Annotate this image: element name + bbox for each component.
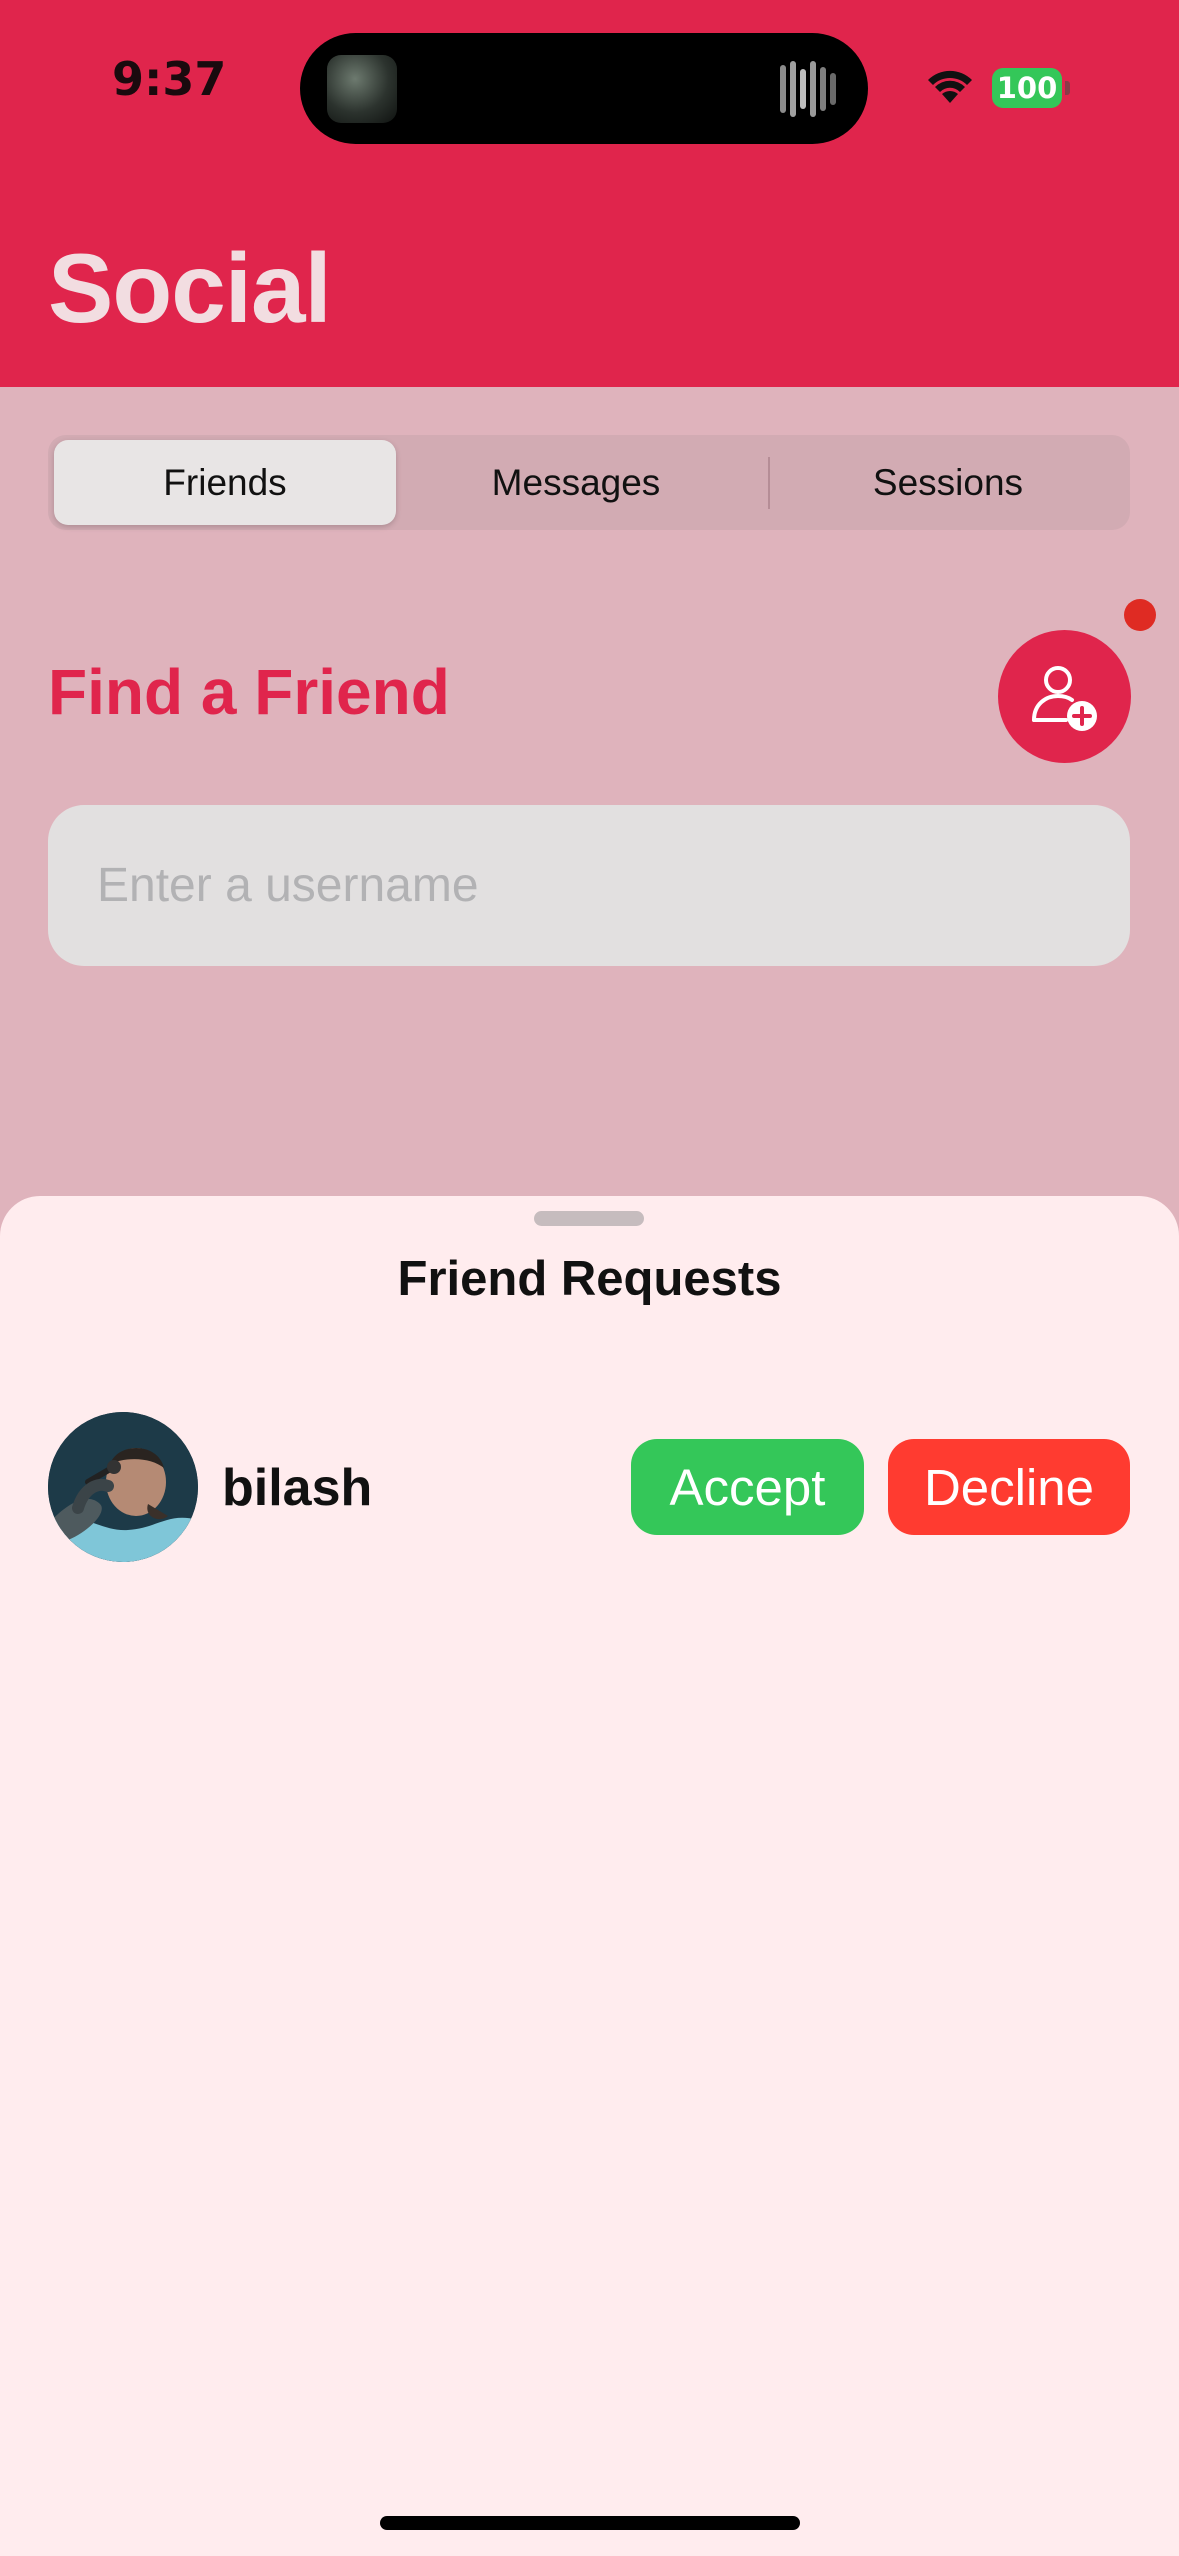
status-time: 9:37 (112, 52, 227, 106)
decline-button[interactable]: Decline (888, 1439, 1130, 1535)
tab-messages[interactable]: Messages (408, 440, 744, 525)
tab-sessions[interactable]: Sessions (774, 440, 1122, 525)
notification-dot (1124, 599, 1156, 631)
avatar-image (48, 1412, 198, 1562)
request-username: bilash (222, 1459, 373, 1517)
battery-nub (1065, 81, 1070, 95)
home-indicator[interactable] (380, 2516, 800, 2530)
add-friend-button[interactable] (998, 630, 1131, 763)
segment-divider (768, 457, 770, 509)
person-add-icon (1032, 666, 1097, 731)
page-title: Social (48, 233, 332, 343)
tab-friends[interactable]: Friends (54, 440, 396, 525)
avatar (48, 1412, 198, 1562)
audio-waveform-icon (780, 61, 836, 117)
segmented-control: Friends Messages Sessions (48, 435, 1130, 530)
wifi-icon (928, 70, 972, 103)
friend-requests-sheet: Friend Requests bilash Accept Decline (0, 1196, 1179, 2556)
username-search-input[interactable] (48, 805, 1130, 966)
app-header: 9:37 100 Social (0, 0, 1179, 387)
sheet-grabber[interactable] (534, 1211, 644, 1226)
dynamic-island[interactable] (300, 33, 868, 144)
accept-button[interactable]: Accept (631, 1439, 864, 1535)
battery-indicator: 100 (992, 68, 1062, 108)
now-playing-artwork (327, 55, 397, 123)
find-friend-title: Find a Friend (48, 656, 450, 728)
sheet-title: Friend Requests (397, 1252, 782, 1306)
